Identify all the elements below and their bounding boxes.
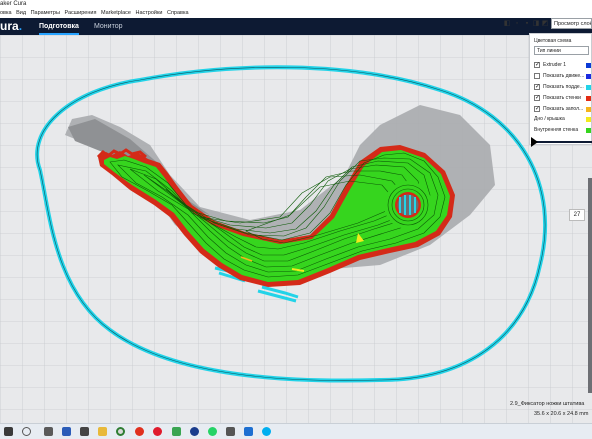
menu-item-settings[interactable]: Параметры (31, 10, 60, 16)
layer-slider[interactable] (588, 178, 592, 393)
legend-row-extruder[interactable]: ✓ Extruder 1 (534, 61, 591, 70)
menu-item-extensions[interactable]: Расширения (64, 10, 96, 16)
menu-item-file[interactable]: овка (0, 10, 12, 16)
legend-row-travel[interactable]: Показать движе... (534, 72, 591, 81)
windows-start-icon[interactable] (4, 427, 13, 436)
tab-monitor[interactable]: Монитор (94, 18, 123, 35)
color-swatch (586, 85, 591, 90)
legend-row-support[interactable]: ✓ Показать подде... (534, 83, 591, 92)
checkbox[interactable]: ✓ (534, 84, 540, 90)
skype-icon[interactable] (262, 427, 271, 436)
color-swatch (586, 63, 591, 68)
legend-row-infill[interactable]: ✓ Показать запол... (534, 105, 591, 114)
top-view-icon[interactable]: ▪ (523, 20, 531, 28)
front-view-icon[interactable]: ▫ (513, 20, 521, 28)
view-mode-select[interactable]: Просмотр слоёв (551, 18, 592, 29)
checkbox[interactable]: ✓ (534, 106, 540, 112)
window-title: aker Cura (0, 1, 27, 7)
menu-item-marketplace[interactable]: Marketplace (101, 10, 131, 16)
tab-prepare[interactable]: Подготовка (39, 18, 79, 35)
word-icon[interactable] (62, 427, 71, 436)
opera-icon[interactable] (153, 427, 162, 436)
legend-row-inner-wall: Внутренняя стенка (534, 126, 591, 135)
build-plate-canvas (0, 35, 592, 423)
menu-item-view[interactable]: Вид (16, 10, 26, 16)
cura-icon[interactable] (190, 427, 199, 436)
checkbox[interactable]: ✓ (534, 62, 540, 68)
checkbox[interactable] (534, 73, 540, 79)
layer-simulation-slider[interactable] (536, 141, 592, 143)
left-view-icon[interactable]: ◨ (532, 20, 540, 28)
menu-bar: овка Вид Параметры Расширения Marketplac… (0, 9, 592, 18)
explorer-icon[interactable] (98, 427, 107, 436)
yandex-icon[interactable] (135, 427, 144, 436)
mail-icon[interactable] (244, 427, 253, 436)
object-dimensions: 35.6 x 20.6 x 24.8 mm (534, 411, 589, 417)
windows-taskbar (0, 423, 592, 439)
legend-row-top-bottom: Дно / крышка (534, 115, 591, 124)
calculator-icon[interactable] (44, 427, 53, 436)
color-swatch (586, 128, 591, 133)
legend-row-walls[interactable]: ✓ Показать стенки (534, 94, 591, 103)
color-swatch (586, 96, 591, 101)
whatsapp-icon[interactable] (208, 427, 217, 436)
color-scheme-dropdown[interactable]: Тип линии (534, 46, 589, 55)
app-icon[interactable] (80, 427, 89, 436)
color-scheme-panel: Цветовая схема Тип линии ✓ Extruder 1 По… (529, 33, 592, 145)
play-icon[interactable] (531, 137, 538, 147)
checkbox[interactable]: ✓ (534, 95, 540, 101)
chrome-icon[interactable] (116, 427, 125, 436)
menu-item-preferences[interactable]: Настройки (135, 10, 162, 16)
current-layer-input[interactable]: 27 (569, 209, 585, 221)
title-bar: aker Cura (0, 0, 592, 9)
app-icon-2[interactable] (226, 427, 235, 436)
color-swatch (586, 117, 591, 122)
menu-item-help[interactable]: Справка (167, 10, 189, 16)
color-swatch (586, 74, 591, 79)
object-name: 2.9_Фиксатор ножки штатива (510, 401, 585, 407)
3d-view-icon[interactable]: ◧ (503, 20, 511, 28)
search-icon[interactable] (22, 427, 31, 436)
color-swatch (586, 107, 591, 112)
cura-logo: ura. (0, 19, 23, 33)
maps-icon[interactable] (172, 427, 181, 436)
layer-view-viewport[interactable] (0, 35, 592, 423)
right-view-icon[interactable]: ◩ (541, 20, 549, 28)
color-scheme-label: Цветовая схема (534, 38, 572, 44)
